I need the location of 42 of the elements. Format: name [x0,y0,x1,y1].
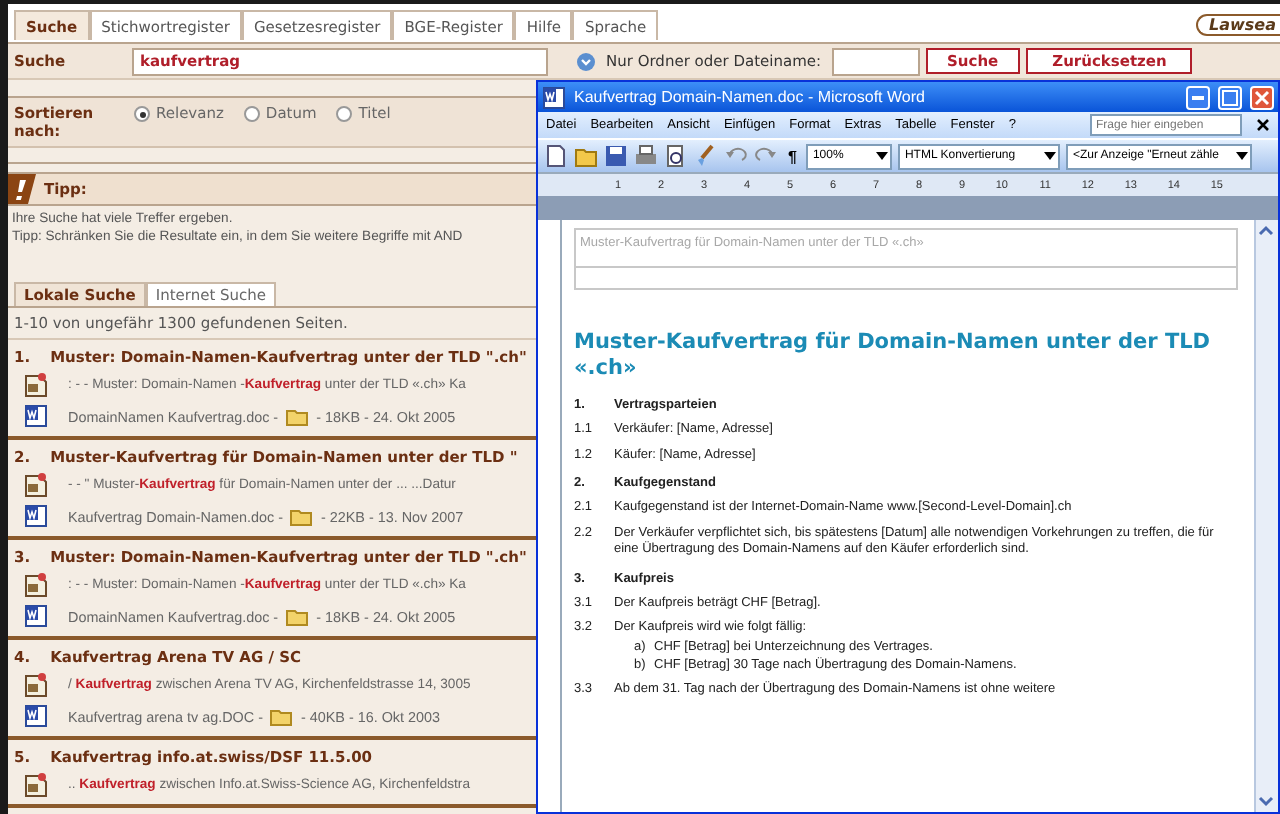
close-icon[interactable] [1256,118,1270,132]
site-logo: Lawsea [1195,14,1280,36]
document-icon [24,771,48,797]
document-icon [24,471,48,497]
scroll-down-icon[interactable] [1256,792,1276,812]
close-button[interactable] [1250,85,1274,109]
folder-icon [290,507,313,525]
scrollbar[interactable] [1254,220,1278,812]
document-icon [24,371,48,397]
filename-field[interactable] [831,47,920,75]
exclamation-icon [8,174,36,204]
maximize-button[interactable] [1218,85,1242,109]
dropdown-caret-icon [1236,150,1249,162]
word-document-icon [542,85,566,109]
scroll-up-icon[interactable] [1256,220,1276,240]
folder-icon [286,407,309,425]
expand-circle-icon[interactable] [576,51,596,71]
word-document-icon [24,404,48,428]
maximize-icon [1220,87,1240,107]
minimize-icon [1192,95,1204,99]
folder-icon[interactable] [574,144,598,168]
radio-button[interactable] [336,106,353,122]
word-document-icon [24,604,48,628]
brush-icon[interactable] [694,144,718,168]
document-heading: Muster-Kaufvertrag für Domain-Namen unter der TLD «.ch» [574,330,1213,382]
document-icon [24,571,48,597]
new-page-icon[interactable] [544,144,568,168]
dropdown-caret-icon [876,150,889,162]
radio-button[interactable] [134,106,150,122]
printer-icon[interactable] [634,144,658,168]
minimize-button[interactable] [1186,85,1210,109]
print-preview-icon[interactable] [664,144,688,168]
window-title: Kaufvertrag Domain-Namen.doc - Microsoft Word [574,88,927,106]
close-icon [1252,87,1272,107]
dropdown-caret-icon [1044,150,1057,162]
folder-icon [286,607,309,625]
document-icon [24,671,48,697]
word-document-icon [24,504,48,528]
folder-icon [270,707,293,725]
word-document-icon [24,704,48,728]
radio-button[interactable] [243,106,260,122]
paragraph-marks-button[interactable]: ¶ [788,147,797,165]
